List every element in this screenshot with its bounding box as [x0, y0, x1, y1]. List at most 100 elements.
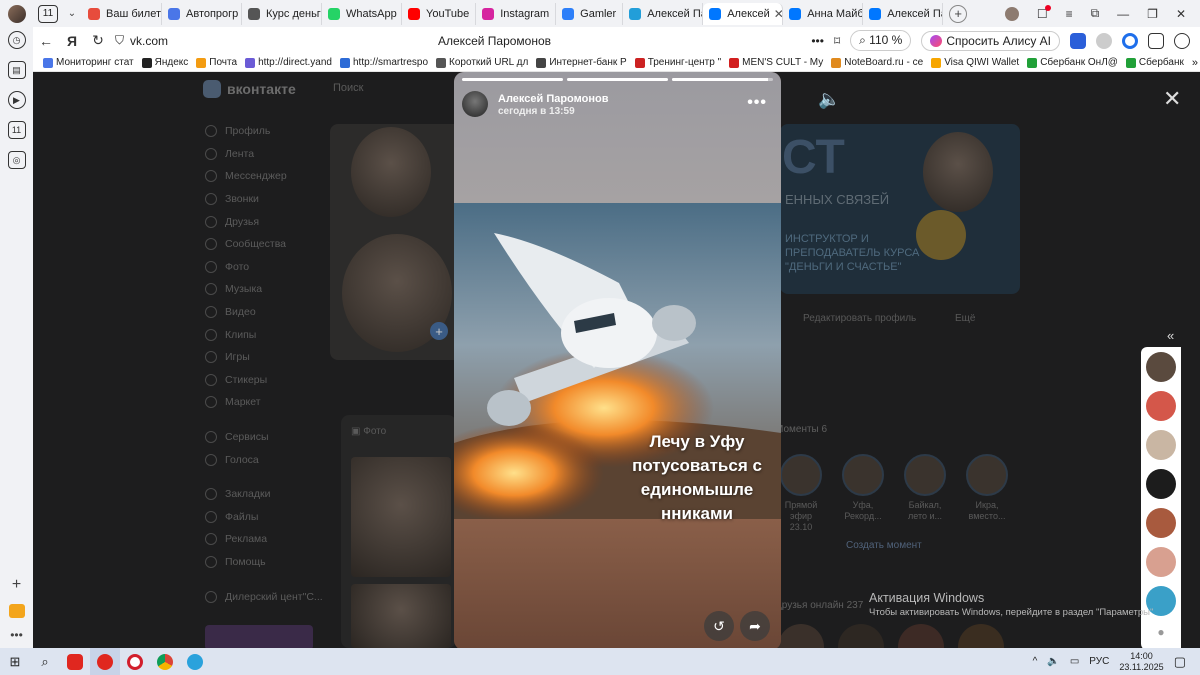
vk-search-input[interactable]: Поиск: [333, 82, 363, 94]
bookmark-item[interactable]: http://direct.yand: [245, 57, 332, 68]
more-icon[interactable]: •••: [811, 34, 824, 48]
vk-menu-item[interactable]: Голоса: [205, 448, 323, 471]
friend-avatar[interactable]: [958, 624, 1004, 648]
story-friend-avatar[interactable]: [1146, 469, 1176, 499]
restore-icon[interactable]: ❐: [1147, 7, 1158, 21]
tab[interactable]: Автопрогр: [162, 2, 242, 25]
vk-menu-item[interactable]: Друзья: [205, 210, 323, 233]
vk-menu-item[interactable]: Реклама: [205, 528, 323, 551]
moment-item[interactable]: Уфа, Рекорд...: [840, 454, 886, 533]
reload-icon[interactable]: ↻: [85, 32, 111, 49]
vk-menu-item[interactable]: Видео: [205, 301, 323, 324]
vk-menu-item[interactable]: Стикеры: [205, 369, 323, 392]
story-friend-avatar[interactable]: [1146, 508, 1176, 538]
tab[interactable]: Алексей Па: [623, 2, 704, 25]
play-icon[interactable]: ▶: [7, 91, 26, 109]
menu-icon[interactable]: ≡: [1066, 7, 1073, 21]
photo-thumbnail[interactable]: [351, 457, 451, 577]
tab[interactable]: Алексей Па: [863, 2, 944, 25]
taskbar-yandex-icon[interactable]: [60, 648, 90, 675]
story-friend-avatar[interactable]: [1146, 391, 1176, 421]
tab[interactable]: Курс деньг: [242, 2, 322, 25]
bookmark-item[interactable]: http://smartrespo: [340, 57, 428, 68]
yandex-icon[interactable]: Я: [59, 33, 85, 49]
bookmark-item[interactable]: Мониторинг стат: [43, 57, 134, 68]
clock[interactable]: 14:00 23.11.2025: [1119, 651, 1163, 673]
tray-overflow-icon[interactable]: ^: [1033, 656, 1038, 667]
screenshot-icon[interactable]: ◎: [7, 151, 26, 169]
vk-menu-item[interactable]: Маркет: [205, 391, 323, 414]
calendar-icon[interactable]: 11: [7, 121, 26, 139]
minimize-icon[interactable]: —: [1117, 7, 1129, 21]
tab-count-button[interactable]: 11: [38, 4, 58, 23]
vk-menu-item[interactable]: Дилерский цент"С...: [205, 585, 323, 608]
tab[interactable]: Ваш билет: [82, 2, 162, 25]
vk-menu-item[interactable]: Звонки: [205, 188, 323, 211]
photo-thumbnail[interactable]: [351, 584, 451, 648]
vk-menu-item[interactable]: Клипы: [205, 323, 323, 346]
extension-icon[interactable]: [1096, 32, 1112, 49]
language-indicator[interactable]: РУС: [1089, 656, 1109, 667]
zoom-button[interactable]: ⌕ 110 %: [850, 30, 912, 51]
bookmark-item[interactable]: Сбербанк ОнЛ@: [1027, 57, 1118, 68]
vk-logo[interactable]: вконтакте: [203, 80, 296, 98]
bookmark-item[interactable]: Тренинг-центр ": [634, 57, 721, 68]
vk-menu-item[interactable]: Игры: [205, 346, 323, 369]
bookmark-item[interactable]: NoteBoard.ru - се: [831, 57, 923, 68]
messages-icon[interactable]: ●: [1157, 625, 1164, 639]
sound-icon[interactable]: 🔈: [818, 89, 840, 110]
bookmark-item[interactable]: Короткий URL дл: [436, 57, 528, 68]
vk-menu-item[interactable]: Закладки: [205, 483, 323, 506]
tab-active[interactable]: Алексей ✕: [703, 2, 784, 25]
tab[interactable]: Gamler: [556, 2, 624, 25]
moment-item[interactable]: Прямой эфир 23.10: [778, 454, 824, 533]
story-share-button[interactable]: ➦: [740, 611, 770, 641]
story-more-icon[interactable]: •••: [747, 94, 767, 112]
notes-icon[interactable]: ▤: [7, 61, 26, 79]
history-icon[interactable]: ◷: [7, 31, 26, 49]
story-author[interactable]: Алексей Паромонов: [498, 93, 608, 105]
friend-avatar[interactable]: [898, 624, 944, 648]
vk-menu-item[interactable]: Мессенджер: [205, 165, 323, 188]
notifications-icon[interactable]: ☐: [1037, 4, 1051, 21]
taskbar-telegram-icon[interactable]: [180, 648, 210, 675]
friend-avatar[interactable]: [778, 624, 824, 648]
taskbar-opera-icon[interactable]: [120, 648, 150, 675]
alice-button[interactable]: Спросить Алису AI: [921, 30, 1060, 51]
adguard-extension-icon[interactable]: [1070, 32, 1086, 49]
vk-menu-item[interactable]: Профиль: [205, 120, 323, 143]
add-panel-icon[interactable]: +: [12, 576, 21, 594]
add-photo-icon[interactable]: +: [430, 322, 448, 340]
close-story-icon[interactable]: ✕: [1163, 86, 1181, 112]
downloads-icon[interactable]: [1174, 32, 1190, 49]
vk-menu-item[interactable]: Лента: [205, 143, 323, 166]
back-icon[interactable]: ←: [33, 33, 59, 49]
bookmark-icon[interactable]: ⌑: [834, 34, 840, 48]
friend-avatar[interactable]: [838, 624, 884, 648]
chevron-down-icon[interactable]: ⌄: [62, 4, 82, 24]
notifications-center-icon[interactable]: ▢: [1174, 654, 1186, 670]
bookmark-item[interactable]: Сбербанк: [1125, 57, 1184, 68]
photos-tab[interactable]: ▣ Фото: [351, 426, 386, 437]
network-icon[interactable]: ▭: [1070, 656, 1079, 667]
edit-profile-button[interactable]: Редактировать профиль: [803, 313, 916, 324]
close-tab-icon[interactable]: ✕: [774, 7, 782, 21]
collapse-friends-icon[interactable]: «: [1167, 328, 1174, 343]
vk-menu-item[interactable]: Музыка: [205, 278, 323, 301]
vk-menu-item[interactable]: Фото: [205, 256, 323, 279]
url-field[interactable]: ⛉ vk.com: [115, 33, 295, 48]
tab[interactable]: WhatsApp: [322, 2, 402, 25]
volume-icon[interactable]: 🔈: [1047, 656, 1059, 667]
tab[interactable]: Instagram: [476, 2, 557, 25]
profile-avatar[interactable]: [8, 4, 26, 23]
story-friend-avatar[interactable]: [1146, 352, 1176, 382]
vk-menu-item[interactable]: Сервисы: [205, 426, 323, 449]
story-reply-button[interactable]: ↺: [704, 611, 734, 641]
start-button[interactable]: ⊞: [0, 648, 30, 675]
vk-menu-item[interactable]: Помощь: [205, 551, 323, 574]
bookmark-item[interactable]: MEN'S CULT - Му: [729, 57, 823, 68]
bookmark-item[interactable]: Интернет-банк Р: [536, 57, 627, 68]
extensions-puzzle-icon[interactable]: [1148, 32, 1164, 49]
bookmarks-overflow-icon[interactable]: »: [1192, 57, 1200, 69]
story-author-avatar[interactable]: [462, 91, 488, 117]
